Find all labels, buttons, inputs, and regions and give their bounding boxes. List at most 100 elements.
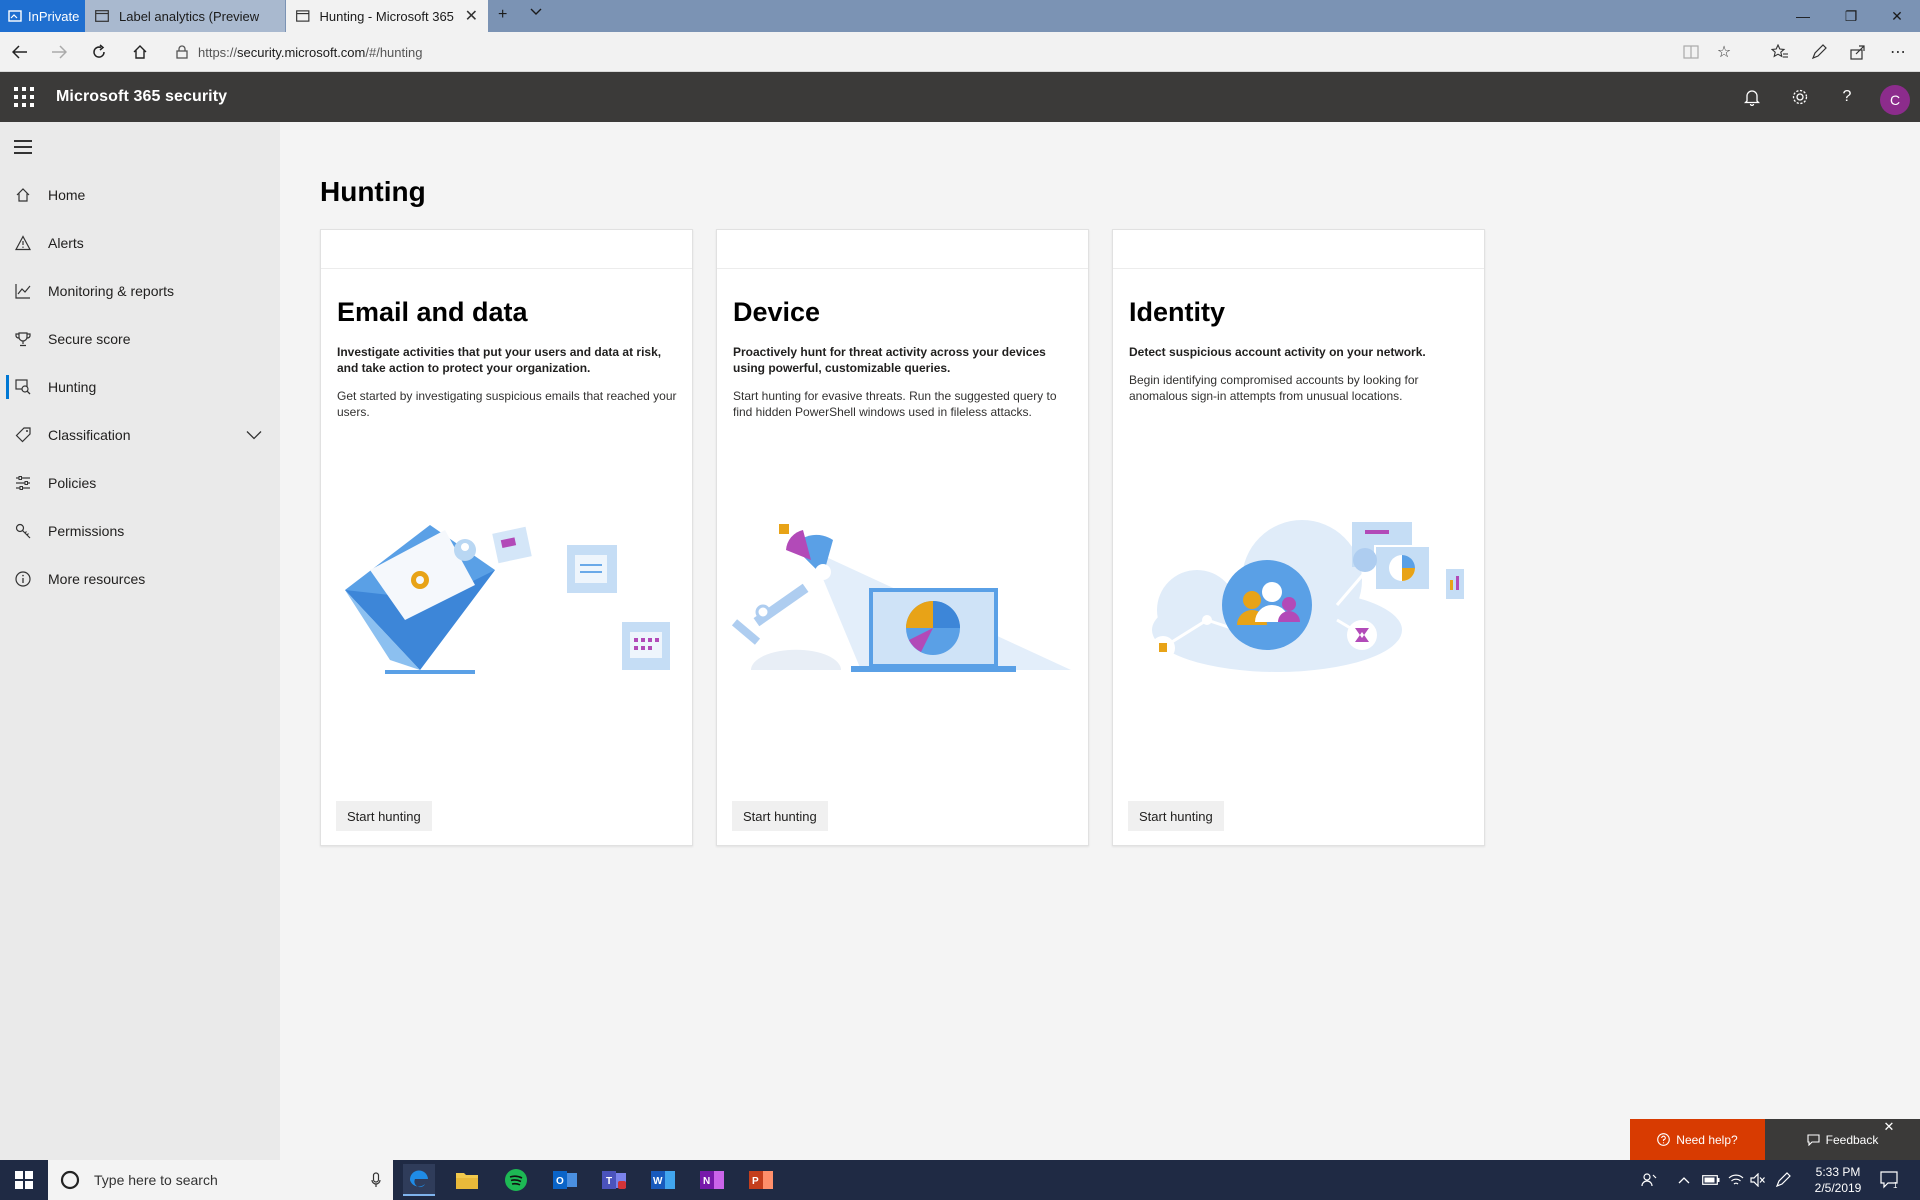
browser-tab-hunting[interactable]: Hunting - Microsoft 365 ✕ xyxy=(286,0,488,32)
sidebar-item-label: Monitoring & reports xyxy=(48,283,175,299)
url-text: https://security.microsoft.com/#/hunting xyxy=(198,44,423,60)
card-lead: Detect suspicious account activity on yo… xyxy=(1129,345,1426,359)
address-bar: https://security.microsoft.com/#/hunting… xyxy=(0,32,1920,72)
clock-date: 2/5/2019 xyxy=(1814,1181,1862,1195)
people-icon[interactable] xyxy=(1641,1160,1657,1200)
identity-illustration-icon xyxy=(1151,520,1466,672)
browser-tab-label-analytics[interactable]: Label analytics (Preview) - M xyxy=(85,0,285,32)
hunting-card-identity: Identity Detect suspicious account activ… xyxy=(1112,229,1485,846)
device-illustration-icon xyxy=(731,524,1071,672)
chevron-down-icon[interactable] xyxy=(530,8,542,16)
inprivate-badge[interactable]: InPrivate xyxy=(0,0,85,32)
file-explorer-icon[interactable] xyxy=(451,1164,483,1196)
sidebar-item-alerts[interactable]: Alerts xyxy=(0,223,280,263)
sidebar-item-label: Home xyxy=(48,187,86,203)
close-window-icon[interactable]: ✕ xyxy=(1874,0,1920,32)
svg-text:P: P xyxy=(752,1176,759,1187)
clock-time: 5:33 PM xyxy=(1815,1165,1861,1179)
sidebar-item-permissions[interactable]: Permissions xyxy=(0,511,280,551)
notifications-bell-icon[interactable] xyxy=(1741,86,1763,108)
collapse-menu-icon[interactable] xyxy=(14,140,32,154)
browser-tab-strip: InPrivate Label analytics (Preview) - M … xyxy=(0,0,1920,32)
sidebar-item-policies[interactable]: Policies xyxy=(0,463,280,503)
sidebar-item-label: Secure score xyxy=(48,331,131,347)
minimize-icon[interactable]: — xyxy=(1780,0,1826,32)
lock-icon xyxy=(176,45,188,59)
start-hunting-button[interactable]: Start hunting xyxy=(732,801,828,831)
new-tab-icon[interactable]: + xyxy=(498,6,507,24)
settings-gear-icon[interactable] xyxy=(1789,86,1811,108)
taskbar-clock[interactable]: 5:33 PM 2/5/2019 xyxy=(1808,1164,1868,1196)
outlook-icon[interactable]: O xyxy=(549,1164,581,1196)
search-placeholder: Type here to search xyxy=(94,1172,218,1188)
inprivate-label: InPrivate xyxy=(28,8,80,24)
show-hidden-icons-icon[interactable] xyxy=(1678,1160,1690,1200)
refresh-icon[interactable] xyxy=(87,40,111,64)
windows-start-icon[interactable] xyxy=(0,1160,48,1200)
edge-app-icon[interactable] xyxy=(403,1164,435,1196)
close-feedback-icon[interactable]: ✕ xyxy=(1882,1119,1896,1134)
start-hunting-button[interactable]: Start hunting xyxy=(1128,801,1224,831)
key-icon xyxy=(14,522,32,540)
onenote-icon[interactable]: N xyxy=(696,1164,728,1196)
sliders-icon xyxy=(14,474,32,492)
pen-workspace-icon[interactable] xyxy=(1775,1160,1791,1200)
battery-icon[interactable] xyxy=(1702,1160,1720,1200)
feedback-label: Feedback xyxy=(1825,1132,1879,1147)
reading-view-icon[interactable] xyxy=(1681,42,1701,62)
restore-icon[interactable]: ❐ xyxy=(1828,0,1874,32)
action-center-icon[interactable]: 1 xyxy=(1880,1160,1900,1200)
need-help-label: Need help? xyxy=(1676,1132,1738,1147)
tab-title: Label analytics (Preview) - M xyxy=(119,8,259,24)
volume-muted-icon[interactable] xyxy=(1750,1160,1766,1200)
favorites-icon[interactable] xyxy=(1770,42,1790,62)
page-icon xyxy=(95,10,109,22)
card-body: Begin identifying compromised accounts b… xyxy=(1129,373,1419,403)
pen-icon[interactable] xyxy=(1809,42,1829,62)
url-field[interactable]: https://security.microsoft.com/#/hunting xyxy=(176,38,1706,66)
page-icon xyxy=(296,10,310,22)
word-icon[interactable]: W xyxy=(647,1164,679,1196)
microphone-icon[interactable] xyxy=(371,1172,381,1188)
avatar[interactable]: C xyxy=(1880,85,1910,115)
windows-taskbar: Type here to search O T W N P 5:33 PM 2/… xyxy=(0,1160,1920,1200)
question-circle-icon xyxy=(1657,1133,1671,1146)
warning-icon xyxy=(14,234,32,252)
sidebar-item-hunting[interactable]: Hunting xyxy=(0,367,280,407)
card-title: Identity xyxy=(1129,297,1226,327)
taskbar-search-input[interactable]: Type here to search xyxy=(48,1160,393,1200)
comment-icon xyxy=(1807,1133,1820,1146)
card-lead: Investigate activities that put your use… xyxy=(337,345,662,375)
app-launcher-icon[interactable] xyxy=(14,87,34,107)
sidebar-item-secure-score[interactable]: Secure score xyxy=(0,319,280,359)
more-options-icon[interactable]: ⋯ xyxy=(1888,42,1908,62)
powerpoint-icon[interactable]: P xyxy=(745,1164,777,1196)
help-icon[interactable]: ? xyxy=(1836,86,1858,108)
sidebar-item-classification[interactable]: Classification xyxy=(0,415,280,455)
need-help-button[interactable]: Need help? xyxy=(1630,1119,1765,1160)
teams-icon[interactable]: T xyxy=(598,1164,630,1196)
share-icon[interactable] xyxy=(1848,42,1868,62)
spotify-icon[interactable] xyxy=(500,1164,532,1196)
home-icon[interactable] xyxy=(128,40,152,64)
sidebar-item-label: Classification xyxy=(48,427,131,443)
forward-icon[interactable] xyxy=(47,40,71,64)
favorite-star-icon[interactable]: ☆ xyxy=(1714,42,1734,62)
sidebar-item-more-resources[interactable]: More resources xyxy=(0,559,280,599)
svg-text:N: N xyxy=(703,1176,710,1187)
svg-text:O: O xyxy=(556,1176,564,1187)
feedback-button[interactable]: Feedback xyxy=(1765,1119,1920,1160)
page-title: Hunting xyxy=(320,176,426,207)
back-icon[interactable] xyxy=(8,40,32,64)
close-tab-icon[interactable]: ✕ xyxy=(465,6,478,26)
app-title[interactable]: Microsoft 365 security xyxy=(56,88,227,106)
start-hunting-button[interactable]: Start hunting xyxy=(336,801,432,831)
wifi-icon[interactable] xyxy=(1728,1160,1744,1200)
chevron-down-icon[interactable] xyxy=(246,430,262,440)
sidebar-item-home[interactable]: Home xyxy=(0,175,280,215)
sidebar-item-monitoring-reports[interactable]: Monitoring & reports xyxy=(0,271,280,311)
card-body: Get started by investigating suspicious … xyxy=(337,389,677,419)
svg-text:T: T xyxy=(606,1176,612,1187)
hunting-card-email-data: Email and data Investigate activities th… xyxy=(320,229,693,846)
tab-title: Hunting - Microsoft 365 xyxy=(319,8,454,24)
